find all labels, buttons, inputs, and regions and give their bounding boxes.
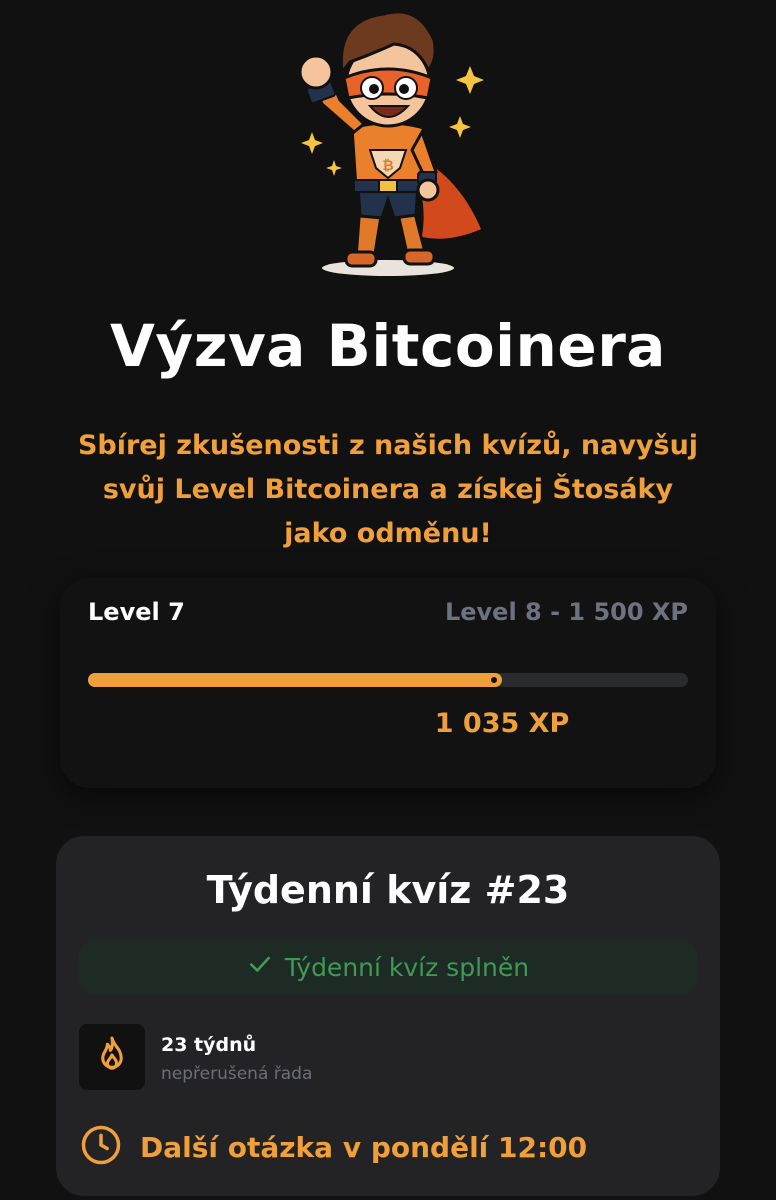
check-icon — [247, 951, 273, 983]
current-xp-value: 1 035 XP — [434, 708, 570, 739]
xp-progress-knob — [488, 674, 500, 686]
hero: ₿ — [0, 0, 776, 290]
flame-icon — [93, 1035, 131, 1079]
level-progress-card: Level 7 Level 8 - 1 500 XP 1 035 XP — [60, 578, 716, 788]
next-question-row: Další otázka v pondělí 12:00 — [80, 1124, 587, 1170]
quiz-completed-badge: Týdenní kvíz splněn — [78, 940, 698, 994]
clock-icon — [80, 1124, 122, 1170]
next-question-text: Další otázka v pondělí 12:00 — [140, 1130, 588, 1164]
streak-count: 23 týdnů — [161, 1034, 257, 1056]
next-level-label: Level 8 - 1 500 XP — [444, 598, 688, 626]
current-level-label: Level 7 — [88, 598, 185, 626]
svg-text:₿: ₿ — [382, 158, 393, 174]
weekly-quiz-title: Týdenní kvíz #23 — [206, 868, 570, 912]
streak-label: nepřerušená řada — [161, 1064, 313, 1084]
page: ₿ Výzva Bitcoinera Sbírej zkušenosti z n… — [0, 0, 776, 1200]
mascot-illustration: ₿ — [298, 10, 485, 276]
page-subtitle: Sbírej zkušenosti z našich kvízů, navyšu… — [77, 430, 699, 549]
quiz-status-text: Týdenní kvíz splněn — [284, 952, 530, 982]
xp-progress-bar — [88, 673, 688, 687]
page-title: Výzva Bitcoinera — [110, 312, 666, 380]
streak-icon-box — [79, 1024, 145, 1090]
xp-progress-fill — [88, 673, 502, 687]
weekly-quiz-card: Týdenní kvíz #23 Týdenní kvíz splněn 23 … — [56, 836, 720, 1196]
